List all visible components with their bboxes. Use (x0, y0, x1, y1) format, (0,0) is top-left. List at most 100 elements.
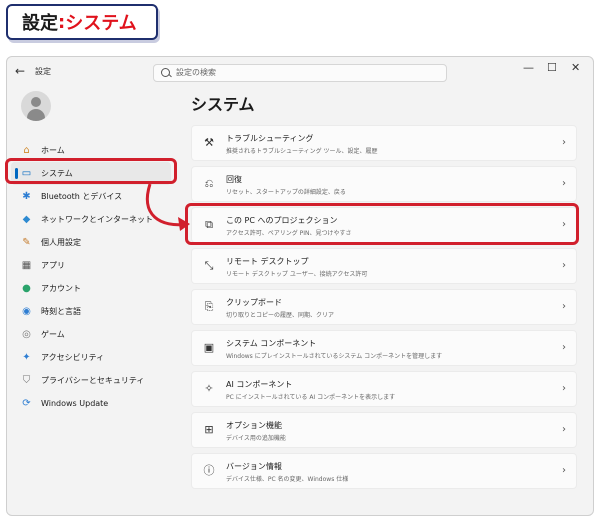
search-icon (161, 68, 170, 77)
settings-item-3[interactable]: ⤡ リモート デスクトップリモート デスクトップ ユーザー、接続アクセス許可 › (191, 248, 577, 284)
sidebar-item-label: アプリ (41, 261, 65, 270)
settings-item-title: システム コンポーネント (226, 339, 317, 348)
settings-item-icon: ✧ (204, 382, 214, 395)
settings-item-6[interactable]: ✧ AI コンポーネント PC にインストールされている AI コンポーネントを表示… (191, 371, 577, 407)
settings-item-0[interactable]: ⚒ トラブルシューティング推奨されるトラブルシューティング ツール、設定、履歴 › (191, 125, 577, 161)
settings-item-title: オプション機能 (226, 421, 282, 430)
sidebar-item-label: Windows Update (41, 399, 109, 408)
sidebar-item-label: アクセシビリティ (41, 353, 105, 362)
settings-item-icon: ⚒ (204, 136, 214, 149)
close-button[interactable]: ✕ (571, 61, 580, 74)
avatar[interactable] (21, 91, 51, 121)
settings-item-icon: ⓘ (203, 464, 215, 477)
chevron-right-icon: › (562, 383, 566, 394)
chevron-right-icon: › (562, 260, 566, 271)
settings-item-icon: ⧉ (205, 218, 213, 231)
title-bar: ← 設定 設定の検索 — ☐ ✕ (7, 57, 593, 87)
search-input[interactable]: 設定の検索 (153, 64, 447, 82)
settings-item-1[interactable]: ⎌ 回復リセット、スタートアップの詳細設定、戻る › (191, 166, 577, 202)
chevron-right-icon: › (562, 424, 566, 435)
chevron-right-icon: › (562, 342, 566, 353)
settings-item-icon: ⤡ (204, 259, 214, 272)
maximize-button[interactable]: ☐ (547, 61, 557, 74)
sidebar-item-icon: ◎ (22, 329, 31, 340)
chevron-right-icon: › (562, 301, 566, 312)
minimize-button[interactable]: — (523, 61, 534, 74)
sidebar-item-7[interactable]: ◉ 時刻と言語 (7, 300, 177, 323)
window-title: 設定 (35, 67, 51, 76)
caption-part2: システム (65, 13, 137, 34)
settings-item-subtitle: アクセス許可、ペアリング PIN、見つけやすさ (226, 230, 352, 237)
sidebar-item-5[interactable]: ▦ アプリ (7, 254, 177, 277)
avatar-head-icon (31, 97, 41, 107)
back-arrow-icon[interactable]: ← (15, 64, 25, 78)
settings-item-subtitle: デバイス用の追加機能 (226, 435, 286, 442)
sidebar-item-icon: ⌂ (23, 145, 30, 156)
sidebar-item-icon: ◆ (22, 214, 31, 225)
settings-item-title: 回復 (226, 175, 242, 184)
settings-item-subtitle: リモート デスクトップ ユーザー、接続アクセス許可 (226, 271, 368, 278)
chevron-right-icon: › (562, 219, 566, 230)
settings-item-4[interactable]: ⎘ クリップボード切り取りとコピーの履歴、同期、クリア › (191, 289, 577, 325)
settings-item-icon: ⊞ (204, 423, 214, 436)
sidebar-item-icon: ▦ (21, 260, 32, 271)
sidebar-item-icon: ▭ (21, 168, 32, 179)
chevron-right-icon: › (562, 137, 566, 148)
settings-item-8[interactable]: ⓘ バージョン情報デバイス仕様、PC 名の変更、Windows 仕様 › (191, 453, 577, 489)
sidebar-item-label: 個人用設定 (41, 238, 81, 247)
sidebar-item-icon: ✦ (22, 352, 31, 363)
settings-item-title: トラブルシューティング (226, 134, 314, 143)
sidebar-item-9[interactable]: ✦ アクセシビリティ (7, 346, 177, 369)
sidebar-item-icon: ✱ (22, 191, 31, 202)
settings-item-subtitle: リセット、スタートアップの詳細設定、戻る (226, 189, 346, 196)
sidebar-item-3[interactable]: ◆ ネットワークとインターネット (7, 208, 177, 231)
sidebar-item-label: アカウント (41, 284, 81, 293)
settings-item-title: リモート デスクトップ (226, 257, 309, 266)
settings-item-icon: ⎘ (204, 300, 214, 313)
sidebar-item-icon: ⛉ (22, 375, 31, 386)
settings-item-subtitle: 切り取りとコピーの履歴、同期、クリア (226, 312, 335, 319)
settings-item-icon: ▣ (203, 341, 215, 354)
sidebar-item-label: ホーム (41, 146, 65, 155)
settings-item-subtitle: Windows にプレインストールされているシステム コンポーネントを管理します (226, 353, 443, 360)
sidebar-item-4[interactable]: ✎ 個人用設定 (7, 231, 177, 254)
settings-item-subtitle: 推奨されるトラブルシューティング ツール、設定、履歴 (226, 148, 378, 155)
sidebar-item-1[interactable]: ▭ システム (11, 162, 171, 185)
settings-list: ⚒ トラブルシューティング 推奨されるトラブルシューティング ツール、設定、履歴 › ⎌… (191, 125, 577, 494)
sidebar-item-icon: ⟳ (22, 398, 31, 409)
sidebar-item-label: 時刻と言語 (41, 307, 81, 316)
avatar-body-icon (27, 109, 45, 121)
sidebar-item-icon: ✎ (22, 237, 31, 248)
chevron-right-icon: › (562, 178, 566, 189)
sidebar-item-label: システム (41, 169, 73, 178)
chevron-right-icon: › (562, 465, 566, 476)
settings-item-2[interactable]: ⧉ この PC へのプロジェクションアクセス許可、ペアリング PIN、見つけやすさ… (191, 207, 577, 243)
sidebar-item-label: Bluetooth とデバイス (41, 192, 123, 201)
settings-item-subtitle: デバイス仕様、PC 名の変更、Windows 仕様 (226, 476, 349, 483)
sidebar-item-2[interactable]: ✱ Bluetooth とデバイス (7, 185, 177, 208)
page-title: システム (191, 95, 255, 114)
settings-item-icon: ⎌ (204, 177, 214, 190)
sidebar-item-0[interactable]: ⌂ ホーム (7, 139, 177, 162)
sidebar-item-10[interactable]: ⛉ プライバシーとセキュリティ (7, 369, 177, 392)
sidebar-item-8[interactable]: ◎ ゲーム (7, 323, 177, 346)
settings-item-title: クリップボード (226, 298, 282, 307)
sidebar-item-label: ネットワークとインターネット (41, 215, 153, 224)
sidebar-item-11[interactable]: ⟳ Windows Update (7, 392, 177, 415)
settings-item-7[interactable]: ⊞ オプション機能 デバイス用の追加機能 › (191, 412, 577, 448)
settings-item-title: バージョン情報 (226, 462, 282, 471)
caption-part1: 設定 (22, 13, 58, 34)
caption-label: 設定 : システム (6, 4, 158, 40)
search-placeholder: 設定の検索 (176, 68, 216, 77)
sidebar-item-label: ゲーム (41, 330, 65, 339)
settings-item-title: この PC へのプロジェクション (226, 216, 338, 225)
sidebar-item-icon: ◉ (22, 306, 31, 317)
settings-item-subtitle: PC にインストールされている AI コンポーネントを表示します (226, 394, 396, 401)
sidebar-item-label: プライバシーとセキュリティ (41, 376, 145, 385)
settings-item-5[interactable]: ▣ システム コンポーネント Windows にプレインストールされているシステム … (191, 330, 577, 366)
active-indicator (15, 168, 18, 179)
caption-separator: : (58, 11, 66, 33)
sidebar-item-icon: ● (22, 283, 31, 294)
settings-item-title: AI コンポーネント (226, 380, 293, 389)
sidebar-item-6[interactable]: ● アカウント (7, 277, 177, 300)
